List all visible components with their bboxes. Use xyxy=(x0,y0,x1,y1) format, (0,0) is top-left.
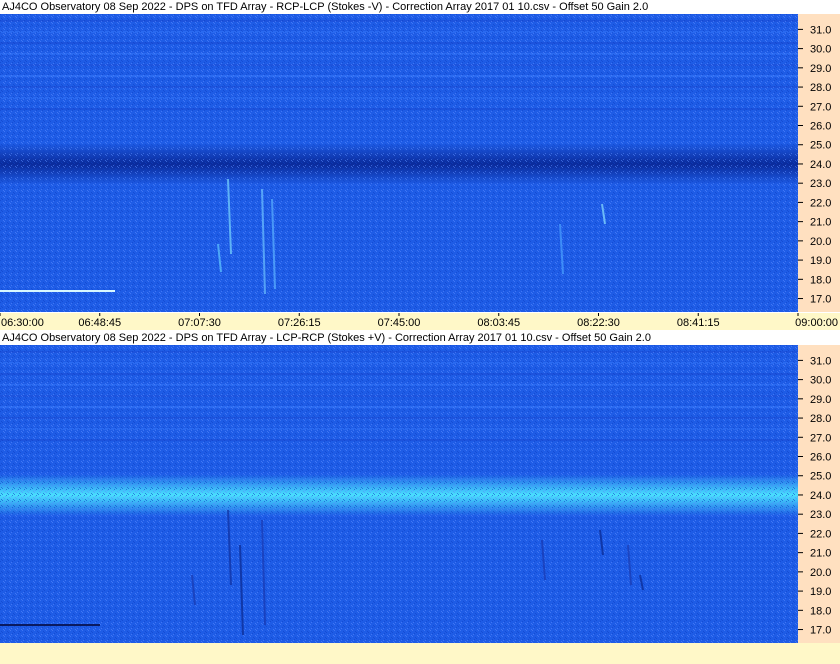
freq-tick-label: 30.0 xyxy=(810,44,831,56)
time-tick-label: 08:41:15 xyxy=(677,317,720,329)
freq-tick-label: 28.0 xyxy=(810,82,831,94)
time-tick-label: 06:48:45 xyxy=(78,317,121,329)
freq-tick-label: 23.0 xyxy=(810,509,831,521)
freq-tick-label: 20.0 xyxy=(810,236,831,248)
time-tick-label: 07:07:30 xyxy=(178,317,221,329)
freq-tick-label: 28.0 xyxy=(810,413,831,425)
freq-tick-label: 23.0 xyxy=(810,178,831,190)
freq-tick-label: 19.0 xyxy=(810,255,831,267)
freq-tick-label: 31.0 xyxy=(810,355,831,367)
panel-2-title: AJ4CO Observatory 08 Sep 2022 - DPS on T… xyxy=(0,331,651,345)
freq-tick-label: 29.0 xyxy=(810,63,831,75)
freq-tick-label: 29.0 xyxy=(810,394,831,406)
freq-tick-label: 17.0 xyxy=(810,625,831,637)
time-tick-label: 09:00:00 xyxy=(795,317,838,329)
time-tick-label: 08:22:30 xyxy=(577,317,620,329)
freq-tick-label: 31.0 xyxy=(810,24,831,36)
time-tick-label: 07:45:00 xyxy=(378,317,421,329)
spectrogram-rcp-lcp xyxy=(0,14,798,312)
freq-tick-label: 27.0 xyxy=(810,432,831,444)
bottom-strip xyxy=(0,643,840,664)
freq-tick-label: 27.0 xyxy=(810,101,831,113)
freq-tick-label: 18.0 xyxy=(810,274,831,286)
time-tick-label: 06:30:00 xyxy=(1,317,44,329)
freq-tick-label: 22.0 xyxy=(810,197,831,209)
freq-tick-label: 17.0 xyxy=(810,294,831,306)
freq-tick-label: 20.0 xyxy=(810,567,831,579)
freq-tick-label: 22.0 xyxy=(810,528,831,540)
spectrogram-lcp-rcp xyxy=(0,345,798,643)
freq-tick-label: 25.0 xyxy=(810,140,831,152)
freq-tick-label: 24.0 xyxy=(810,159,831,171)
panel-1-title: AJ4CO Observatory 08 Sep 2022 - DPS on T… xyxy=(0,0,649,14)
freq-tick-label: 21.0 xyxy=(810,548,831,560)
freq-tick-label: 18.0 xyxy=(810,605,831,617)
frequency-axis-2: 31.0 30.0 29.0 28.0 27.0 26.0 25.0 24.0 23.0 22.0… xyxy=(798,345,840,643)
freq-tick-label: 26.0 xyxy=(810,452,831,464)
time-tick-label: 08:03:45 xyxy=(477,317,520,329)
time-tick-label: 07:26:15 xyxy=(278,317,321,329)
freq-tick-label: 21.0 xyxy=(810,217,831,229)
freq-tick-label: 19.0 xyxy=(810,586,831,598)
time-axis: 06:30:00 06:48:45 07:07:30 07:26:15 07:45:00… xyxy=(0,313,840,330)
freq-tick-label: 24.0 xyxy=(810,490,831,502)
freq-tick-label: 26.0 xyxy=(810,121,831,133)
frequency-axis-1: 31.0 30.0 29.0 28.0 27.0 26.0 25.0 24.0 23.0 22.0… xyxy=(798,14,840,312)
freq-tick-label: 30.0 xyxy=(810,375,831,387)
noise-overlay xyxy=(0,14,798,312)
freq-tick-label: 25.0 xyxy=(810,471,831,483)
noise-overlay xyxy=(0,345,798,643)
